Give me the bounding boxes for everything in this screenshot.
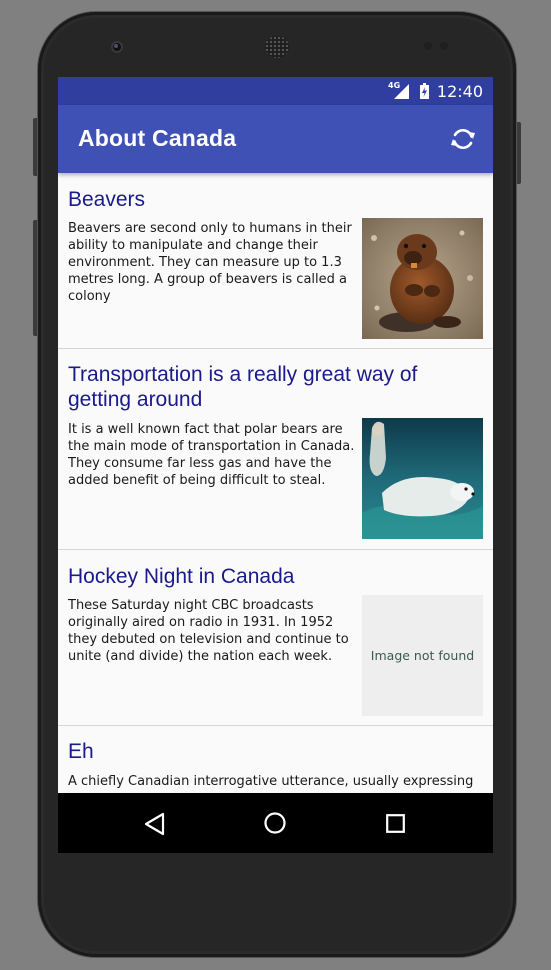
facts-list[interactable]: Beavers Beavers are second only to human… xyxy=(58,173,493,793)
row-description: A chiefly Canadian interrogative utteran… xyxy=(68,774,474,789)
list-item[interactable]: Transportation is a really great way of … xyxy=(58,349,493,550)
proximity-sensor xyxy=(424,42,432,50)
light-sensor xyxy=(440,42,448,50)
clock: 12:40 xyxy=(436,82,483,101)
earpiece-speaker xyxy=(265,36,289,58)
status-bar: 4G 12:40 xyxy=(58,77,493,105)
refresh-icon[interactable] xyxy=(450,126,476,152)
beaver-image xyxy=(362,218,483,339)
row-description: Beavers are second only to humans in the… xyxy=(68,221,352,304)
battery-icon xyxy=(420,83,429,99)
row-title: Hockey Night in Canada xyxy=(68,565,295,588)
polar-bear-image xyxy=(362,418,483,539)
front-camera xyxy=(111,41,123,53)
row-description: It is a well known fact that polar bears… xyxy=(68,422,355,488)
image-placeholder: Image not found xyxy=(362,595,483,716)
row-description: These Saturday night CBC broadcasts orig… xyxy=(68,598,349,664)
home-icon[interactable] xyxy=(264,812,286,834)
page-title: About Canada xyxy=(78,125,237,151)
device-screen: 4G 12:40 About Canada Beavers Beavers ar… xyxy=(58,77,493,853)
row-title: Transportation is a really great way of … xyxy=(68,363,418,411)
row-title: Eh xyxy=(68,740,94,763)
list-item[interactable]: Beavers Beavers are second only to human… xyxy=(58,173,493,349)
recents-icon[interactable] xyxy=(386,814,405,833)
signal-icon xyxy=(394,84,409,99)
back-icon[interactable] xyxy=(144,812,166,836)
row-title: Beavers xyxy=(68,188,146,211)
list-item[interactable]: Eh A chiefly Canadian interrogative utte… xyxy=(58,726,493,793)
list-item[interactable]: Hockey Night in Canada These Saturday ni… xyxy=(58,550,493,726)
navigation-bar xyxy=(58,793,493,853)
app-bar: About Canada xyxy=(58,105,493,173)
